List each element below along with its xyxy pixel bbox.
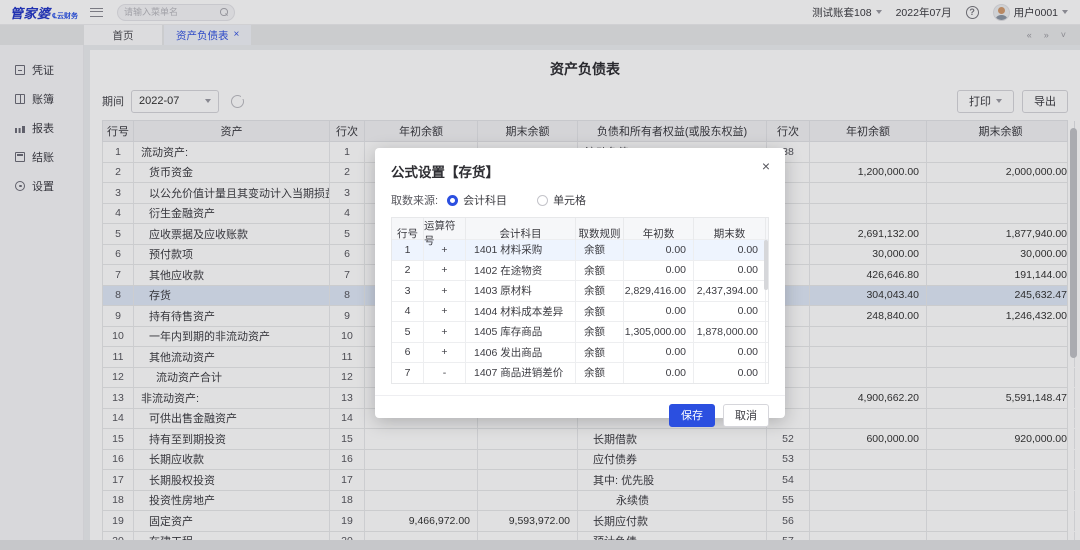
radio-unchecked-icon[interactable]	[537, 195, 548, 206]
cell-formula-row-no: 3	[392, 281, 424, 301]
cell-fetch-rule[interactable]: 余额	[576, 302, 624, 322]
cell-formula-row-no: 4	[392, 302, 424, 322]
cell-formula-row-no: 6	[392, 343, 424, 363]
formula-row[interactable]: 7-1407 商品进销差价余额0.000.00	[392, 362, 768, 383]
cell-formula-row-no: 7	[392, 363, 424, 383]
cell-operator[interactable]: +	[424, 261, 466, 281]
cell-account-subject[interactable]: 1406 发出商品	[466, 343, 576, 363]
data-source-label: 取数来源:	[391, 192, 438, 208]
cell-account-subject[interactable]: 1407 商品进销差价	[466, 363, 576, 383]
cell-end-amount: 2,437,394.00	[694, 281, 766, 301]
radio-label: 会计科目	[463, 192, 507, 208]
cell-begin-amount: 0.00	[624, 302, 694, 322]
cell-account-subject[interactable]: 1404 材料成本差异	[466, 302, 576, 322]
cell-operator[interactable]: -	[424, 363, 466, 383]
formula-row[interactable]: 2+1402 在途物资余额0.000.00	[392, 260, 768, 281]
formula-settings-dialog: 公式设置【存货】 × 取数来源: 会计科目 单元格 行号运算符号会计科目取数规则年…	[375, 148, 785, 418]
cell-begin-amount: 0.00	[624, 343, 694, 363]
formula-row[interactable]: 1+1401 材料采购余额0.000.00	[392, 239, 768, 260]
cell-formula-row-no: 5	[392, 322, 424, 342]
formula-table-header: 行号运算符号会计科目取数规则年初数期末数	[392, 218, 768, 239]
data-source-row: 取数来源: 会计科目 单元格	[391, 192, 769, 208]
dialog-footer: 保存 取消	[375, 395, 785, 427]
cell-account-subject[interactable]: 1401 材料采购	[466, 240, 576, 260]
cell-operator[interactable]: +	[424, 322, 466, 342]
cell-fetch-rule[interactable]: 余额	[576, 240, 624, 260]
cancel-button[interactable]: 取消	[723, 404, 769, 427]
modal-scrollbar-thumb[interactable]	[764, 240, 768, 290]
radio-option-会计科目[interactable]: 会计科目	[447, 192, 507, 208]
formula-row[interactable]: 6+1406 发出商品余额0.000.00	[392, 342, 768, 363]
cell-begin-amount: 0.00	[624, 363, 694, 383]
formula-row[interactable]: 5+1405 库存商品余额1,305,000.001,878,000.00	[392, 321, 768, 342]
radio-label: 单元格	[553, 192, 586, 208]
formula-row[interactable]: 3+1403 原材料余额2,829,416.002,437,394.00	[392, 280, 768, 301]
formula-table: 行号运算符号会计科目取数规则年初数期末数 1+1401 材料采购余额0.000.…	[391, 217, 769, 384]
cell-begin-amount: 1,305,000.00	[624, 322, 694, 342]
cell-end-amount: 0.00	[694, 240, 766, 260]
formula-row[interactable]: 4+1404 材料成本差异余额0.000.00	[392, 301, 768, 322]
cell-formula-row-no: 1	[392, 240, 424, 260]
cell-fetch-rule[interactable]: 余额	[576, 261, 624, 281]
cell-fetch-rule[interactable]: 余额	[576, 322, 624, 342]
cell-fetch-rule[interactable]: 余额	[576, 343, 624, 363]
cell-end-amount: 0.00	[694, 363, 766, 383]
cell-operator[interactable]: +	[424, 343, 466, 363]
cell-fetch-rule[interactable]: 余额	[576, 281, 624, 301]
cell-end-amount: 1,878,000.00	[694, 322, 766, 342]
cell-account-subject[interactable]: 1402 在途物资	[466, 261, 576, 281]
cell-end-amount: 0.00	[694, 343, 766, 363]
cell-account-subject[interactable]: 1403 原材料	[466, 281, 576, 301]
dialog-title: 公式设置【存货】	[391, 161, 769, 181]
cell-operator[interactable]: +	[424, 281, 466, 301]
radio-option-单元格[interactable]: 单元格	[537, 192, 586, 208]
cell-begin-amount: 0.00	[624, 261, 694, 281]
cell-operator[interactable]: +	[424, 302, 466, 322]
save-button[interactable]: 保存	[669, 404, 715, 427]
radio-checked-icon[interactable]	[447, 195, 458, 206]
close-icon[interactable]: ×	[762, 159, 770, 173]
cell-fetch-rule[interactable]: 余额	[576, 363, 624, 383]
cell-operator[interactable]: +	[424, 240, 466, 260]
cell-account-subject[interactable]: 1405 库存商品	[466, 322, 576, 342]
cell-end-amount: 0.00	[694, 261, 766, 281]
cell-end-amount: 0.00	[694, 302, 766, 322]
app-window: 管家婆 ℄云财务 测试账套108 2022年07月 ? 用户0001 首页资产负…	[0, 0, 1080, 550]
cell-formula-row-no: 2	[392, 261, 424, 281]
cell-begin-amount: 0.00	[624, 240, 694, 260]
cell-begin-amount: 2,829,416.00	[624, 281, 694, 301]
